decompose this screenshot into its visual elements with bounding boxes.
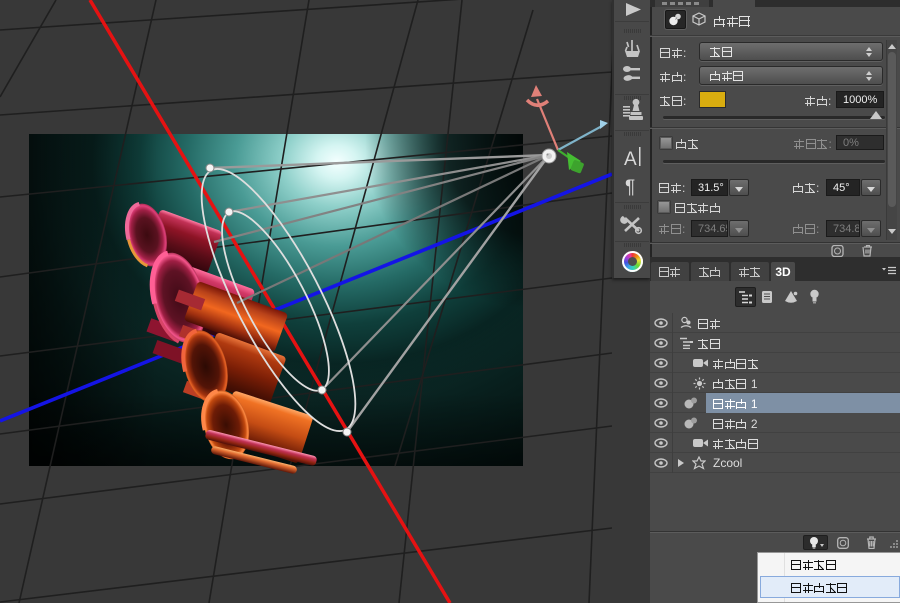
svg-text:A: A <box>624 149 637 170</box>
svg-text:¶: ¶ <box>625 177 635 198</box>
